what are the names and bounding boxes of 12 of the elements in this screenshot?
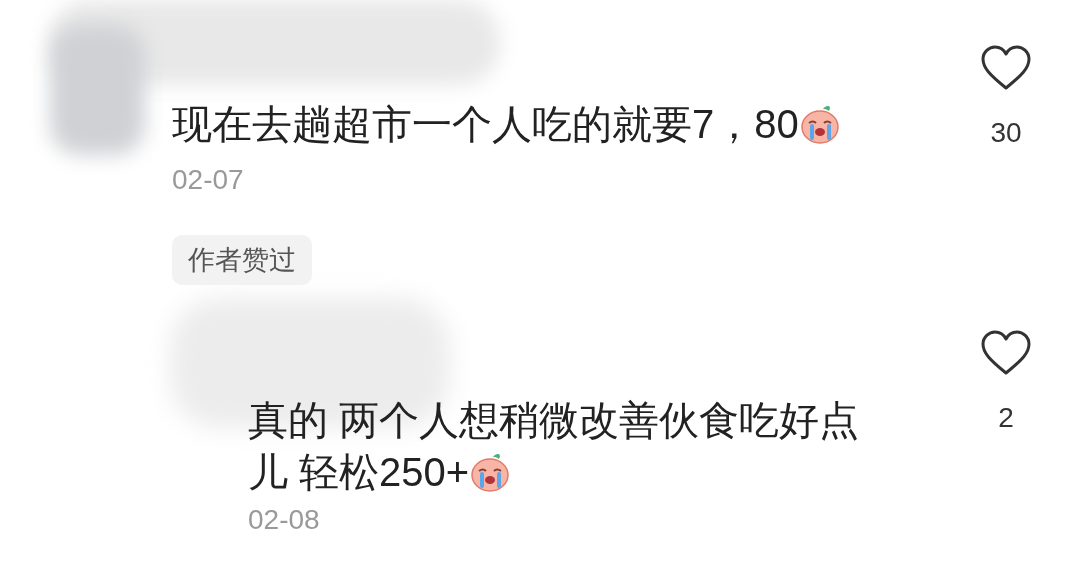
heart-icon[interactable]: [980, 330, 1032, 376]
crying-face-icon: [469, 451, 512, 493]
comment-date: 02-08: [248, 503, 320, 537]
heart-icon[interactable]: [980, 45, 1032, 91]
comment-text: 儿 轻松250+: [248, 449, 470, 496]
author-liked-badge: 作者赞过: [172, 235, 312, 285]
comment-text: 真的 两个人想稍微改善伙食吃好点: [248, 397, 860, 444]
comment-text: 现在去趟超市一个人吃的就要7，80: [172, 101, 799, 148]
like-count: 2: [998, 402, 1014, 434]
like-count: 30: [990, 117, 1022, 149]
comment-date: 02-07: [172, 163, 244, 197]
crying-face-icon: [798, 103, 841, 145]
